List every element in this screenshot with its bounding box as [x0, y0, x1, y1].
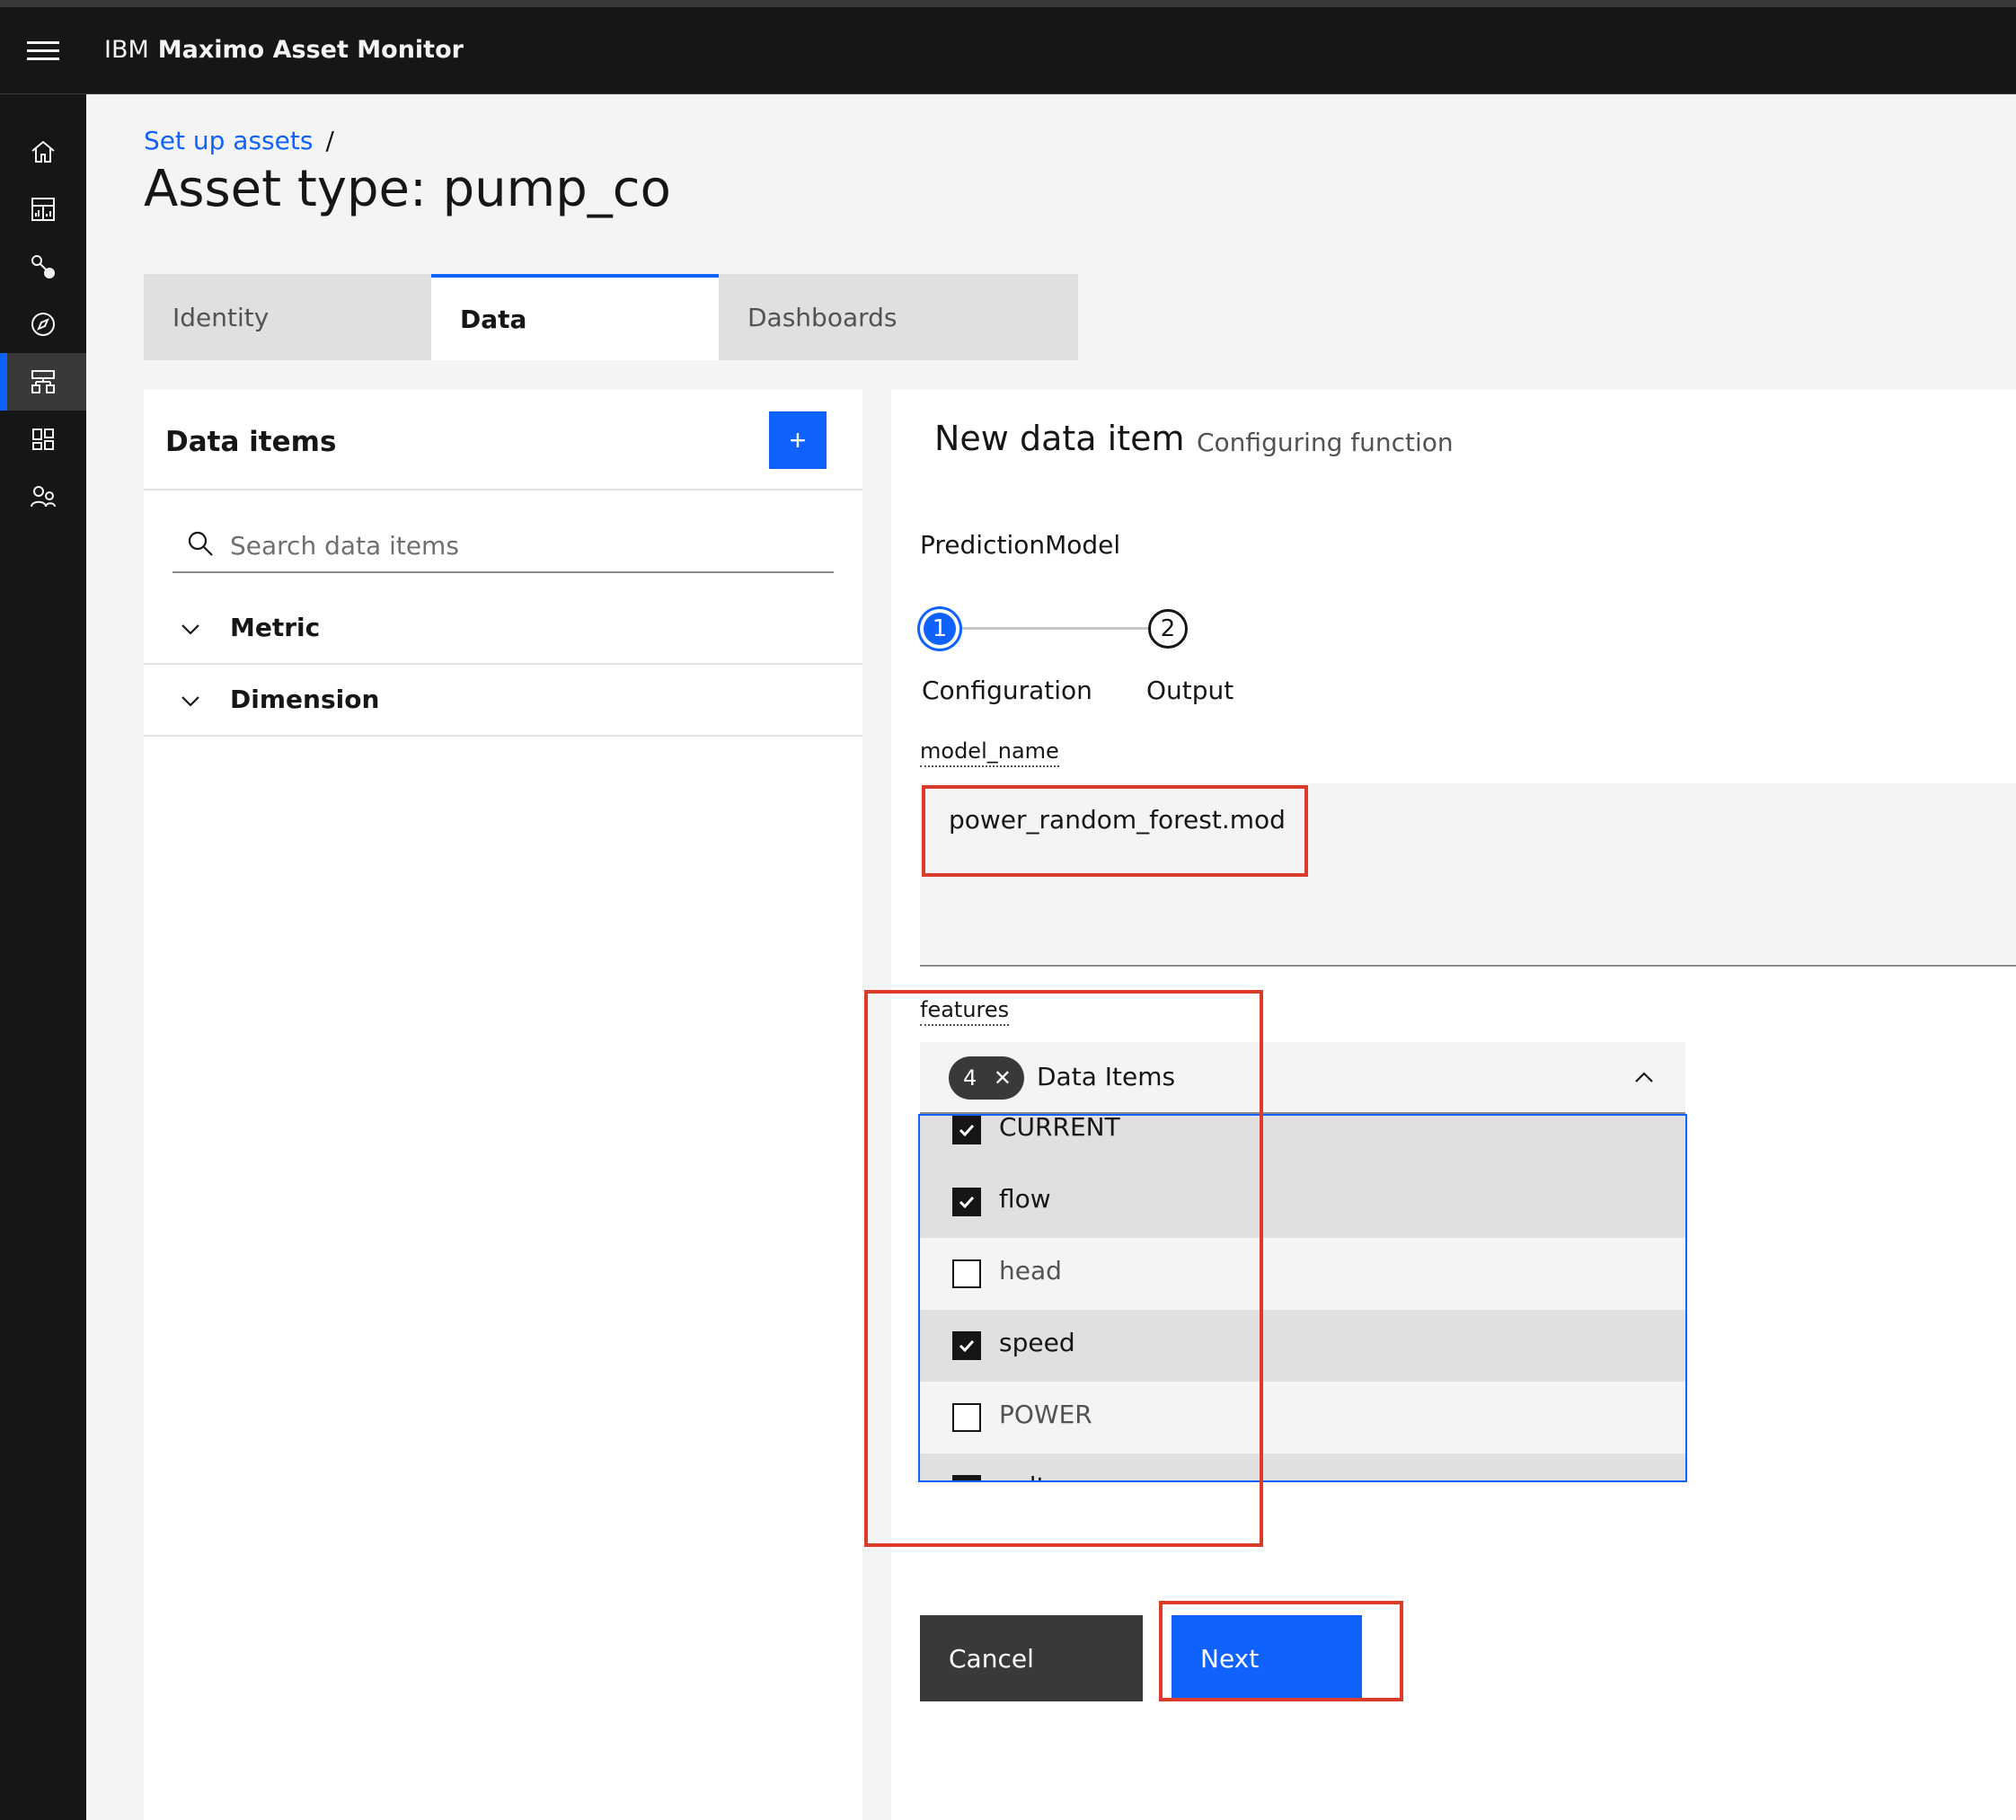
cancel-button[interactable]: Cancel — [920, 1615, 1143, 1701]
connect-icon — [31, 255, 55, 278]
breadcrumb: Set up assets / — [144, 126, 334, 155]
explore-icon — [31, 313, 55, 336]
checkmark-icon — [959, 1196, 975, 1209]
data-items-title: Data items — [165, 426, 337, 458]
nav-dashboard[interactable] — [0, 181, 86, 238]
model-name-label: model_name — [920, 738, 1059, 767]
tab-dashboards[interactable]: Dashboards — [719, 274, 1078, 360]
features-multiselect[interactable]: 4 ✕ Data Items — [920, 1042, 1685, 1114]
top-accent-line — [0, 0, 2016, 7]
add-data-item-button[interactable]: + — [769, 411, 827, 469]
progress-line — [959, 627, 1148, 630]
option-label: CURRENT — [999, 1114, 1120, 1142]
data-items-panel: Data items + Metric Dimension — [144, 390, 862, 1820]
tab-bar: Identity Data Dashboards — [144, 274, 1078, 360]
option-label: flow — [999, 1184, 1051, 1214]
option-voltage[interactable]: voltage — [920, 1453, 1685, 1482]
chevron-down-icon — [181, 624, 199, 635]
tab-identity[interactable]: Identity — [144, 274, 431, 360]
multiselect-label: Data Items — [1037, 1062, 1176, 1091]
tab-data[interactable]: Data — [431, 274, 719, 360]
option-label: voltage — [999, 1471, 1093, 1480]
checkmark-icon — [959, 1124, 975, 1137]
checkbox-checked[interactable] — [952, 1116, 981, 1144]
accordion-dimension[interactable]: Dimension — [144, 665, 862, 737]
clear-selection-icon[interactable]: ✕ — [994, 1065, 1012, 1091]
chevron-down-icon — [181, 696, 199, 707]
option-label: head — [999, 1256, 1062, 1285]
new-data-item-panel: New data item Configuring function Predi… — [891, 390, 2016, 1820]
brand-prefix: IBM — [104, 36, 149, 64]
services-icon — [32, 428, 54, 450]
search-icon — [188, 531, 213, 556]
users-icon — [31, 486, 56, 508]
app-header: IBM Maximo Asset Monitor — [0, 7, 2016, 94]
progress-indicator: 1 2 Configuration Output — [920, 589, 1279, 715]
nav-connect[interactable] — [0, 238, 86, 296]
checkbox-checked[interactable] — [952, 1331, 981, 1360]
checkbox-unchecked[interactable] — [952, 1259, 981, 1288]
chevron-up-icon[interactable] — [1631, 1065, 1657, 1091]
option-label: POWER — [999, 1400, 1092, 1429]
nav-explore[interactable] — [0, 296, 86, 353]
search-input[interactable] — [230, 521, 823, 570]
checkmark-icon — [959, 1339, 975, 1353]
search-data-items — [172, 521, 834, 573]
accordion-dimension-label: Dimension — [230, 685, 380, 714]
selected-count-tag: 4 ✕ — [949, 1056, 1024, 1100]
nav-setup-assets[interactable] — [0, 353, 86, 411]
accordion-metric[interactable]: Metric — [144, 593, 862, 665]
function-name: PredictionModel — [920, 530, 1121, 560]
checkbox-checked[interactable] — [952, 1188, 981, 1216]
home-icon — [31, 140, 55, 163]
breadcrumb-set-up-assets[interactable]: Set up assets — [144, 126, 313, 155]
checkbox-unchecked[interactable] — [952, 1403, 981, 1432]
nav-users[interactable] — [0, 468, 86, 526]
selected-count: 4 — [963, 1065, 977, 1091]
step-1-indicator[interactable]: 1 — [924, 613, 956, 645]
checkmark-icon — [957, 1480, 977, 1482]
step-1-label: Configuration — [922, 676, 1092, 705]
setup-assets-icon — [31, 370, 55, 393]
app-brand[interactable]: IBM Maximo Asset Monitor — [104, 36, 464, 64]
features-label: features — [920, 997, 1010, 1026]
option-head[interactable]: head — [920, 1238, 1685, 1310]
option-speed[interactable]: speed — [920, 1310, 1685, 1382]
side-nav — [0, 94, 86, 1820]
next-button[interactable]: Next — [1172, 1615, 1362, 1701]
option-current[interactable]: CURRENT — [920, 1114, 1685, 1166]
step-2-label: Output — [1146, 676, 1234, 705]
page-title: Asset type: pump_co — [144, 160, 671, 218]
checkbox-checked[interactable] — [952, 1475, 981, 1482]
option-power[interactable]: POWER — [920, 1382, 1685, 1453]
data-items-header: Data items + — [144, 390, 862, 490]
hamburger-menu-icon[interactable] — [27, 41, 59, 63]
features-options-list[interactable]: CURRENT flow head speed POWER voltage — [918, 1114, 1687, 1482]
dashboard-icon — [31, 198, 55, 221]
nav-home[interactable] — [0, 123, 86, 181]
panel-title: New data item — [934, 419, 1185, 458]
step-2-indicator[interactable]: 2 — [1148, 609, 1188, 649]
product-name: Maximo Asset Monitor — [157, 36, 464, 64]
panel-subtitle: Configuring function — [1197, 428, 1454, 457]
breadcrumb-separator: / — [325, 126, 334, 155]
accordion-metric-label: Metric — [230, 613, 321, 642]
option-flow[interactable]: flow — [920, 1166, 1685, 1238]
model-name-field[interactable]: power_random_forest.mod — [920, 783, 2016, 967]
option-label: speed — [999, 1328, 1075, 1357]
nav-services[interactable] — [0, 411, 86, 468]
